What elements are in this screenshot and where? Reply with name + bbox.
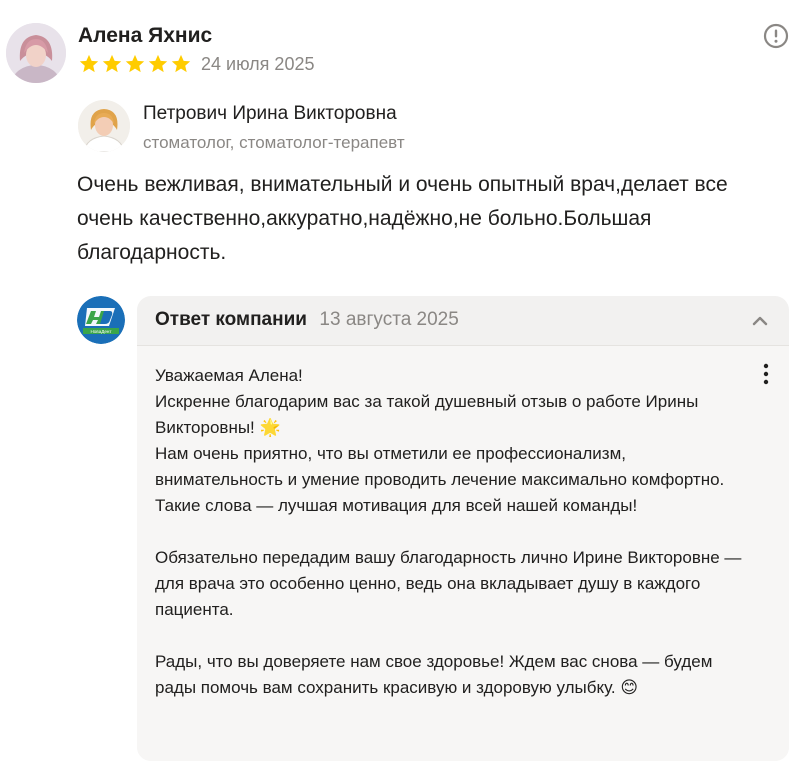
info-circle-icon[interactable] bbox=[763, 23, 789, 49]
star-icon bbox=[125, 54, 145, 73]
star-icon bbox=[171, 54, 191, 73]
reviewer-avatar[interactable] bbox=[6, 23, 66, 83]
reply-paragraph: Обязательно передадим вашу благодарность… bbox=[155, 548, 742, 619]
review-text: Очень вежливая, внимательный и очень опы… bbox=[77, 173, 728, 264]
chevron-up-icon[interactable] bbox=[749, 310, 771, 332]
reply-paragraph: Уважаемая Алена! bbox=[155, 366, 303, 385]
company-logo-text: НоваДент bbox=[90, 329, 112, 334]
reply-paragraph: Рады, что вы доверяете нам свое здоровье… bbox=[155, 652, 713, 697]
reply-paragraph: Искренне благодарим вас за такой душевны… bbox=[155, 392, 699, 437]
review-date: 24 июля 2025 bbox=[201, 54, 315, 74]
reviewer-name[interactable]: Алена Яхнис bbox=[78, 24, 212, 48]
rating-stars bbox=[78, 53, 192, 75]
star-icon bbox=[102, 54, 122, 73]
doctor-specialty: стоматолог, стоматолог-терапевт bbox=[143, 133, 405, 152]
star-icon bbox=[79, 54, 99, 73]
company-reply: Ответ компании 13 августа 2025 Уважаемая… bbox=[137, 296, 789, 761]
kebab-menu-icon[interactable] bbox=[757, 362, 775, 386]
reply-text: Уважаемая Алена! Искренне благодарим вас… bbox=[155, 363, 745, 701]
star-icon bbox=[148, 54, 168, 73]
doctor-avatar[interactable] bbox=[78, 100, 130, 152]
reply-paragraph: Нам очень приятно, что вы отметили ее пр… bbox=[155, 444, 725, 515]
reply-date: 13 августа 2025 bbox=[319, 309, 459, 330]
reply-title: Ответ компании bbox=[155, 309, 307, 330]
doctor-name[interactable]: Петрович Ирина Викторовна bbox=[143, 103, 397, 125]
reply-body: Уважаемая Алена! Искренне благодарим вас… bbox=[137, 345, 789, 761]
company-logo: НоваДент bbox=[77, 296, 125, 344]
reply-header[interactable]: Ответ компании 13 августа 2025 bbox=[155, 309, 459, 331]
